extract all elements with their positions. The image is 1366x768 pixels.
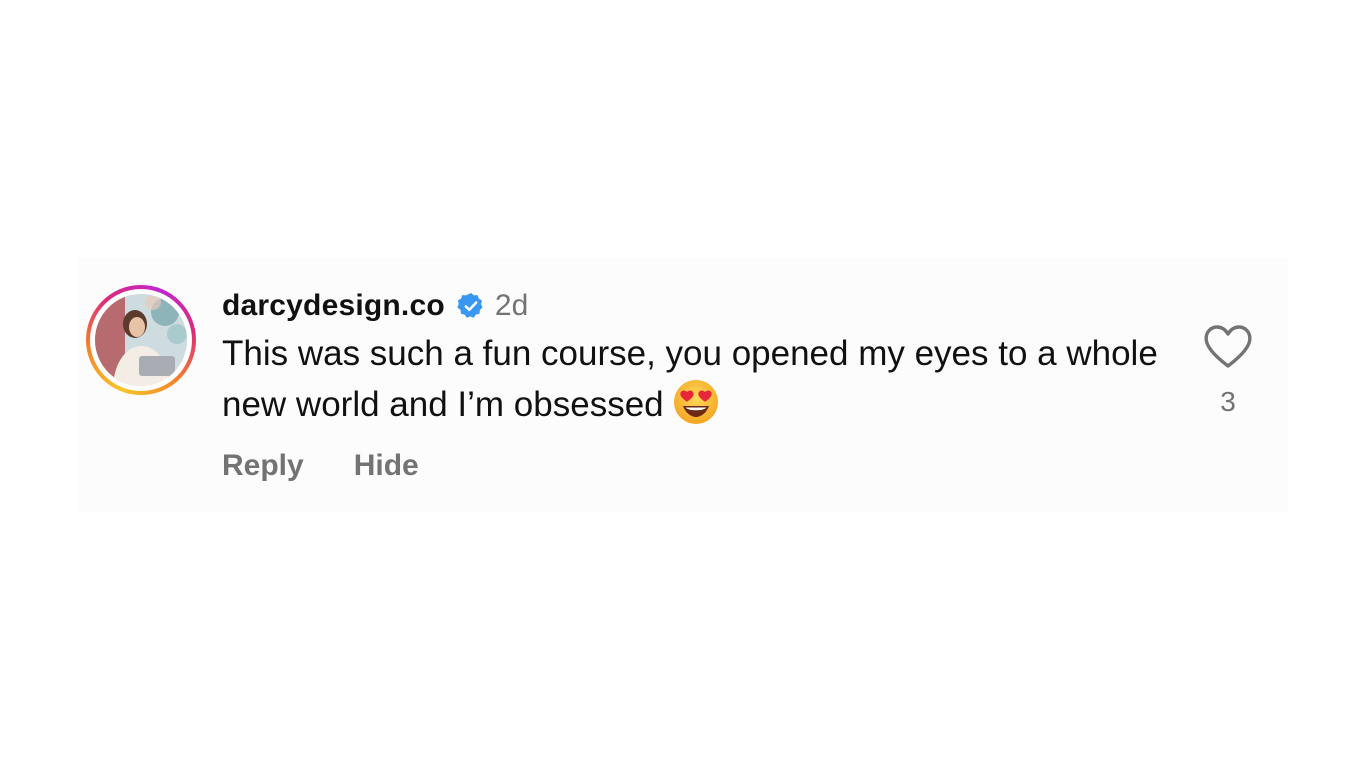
like-column: 3 (1200, 324, 1256, 418)
comment-text-block: This was such a fun course, you opened m… (222, 330, 1182, 429)
comment-header: darcydesign.co 2d (222, 286, 1202, 326)
comment-body: darcydesign.co 2d This was such a fun co… (222, 286, 1202, 483)
like-count: 3 (1220, 386, 1236, 417)
avatar-photo (95, 294, 187, 386)
hide-button[interactable]: Hide (354, 449, 419, 483)
comment-actions: Reply Hide (222, 449, 1202, 483)
reply-button[interactable]: Reply (222, 449, 304, 483)
heart-outline-icon[interactable] (1200, 324, 1256, 370)
avatar[interactable] (95, 294, 187, 386)
comment-card: darcydesign.co 2d This was such a fun co… (78, 258, 1288, 512)
username-link[interactable]: darcydesign.co (222, 289, 445, 323)
avatar-story-ring[interactable] (86, 285, 196, 395)
verified-badge-icon (457, 292, 485, 320)
heart-eyes-emoji-icon (672, 378, 720, 426)
comment-timestamp: 2d (494, 289, 529, 322)
